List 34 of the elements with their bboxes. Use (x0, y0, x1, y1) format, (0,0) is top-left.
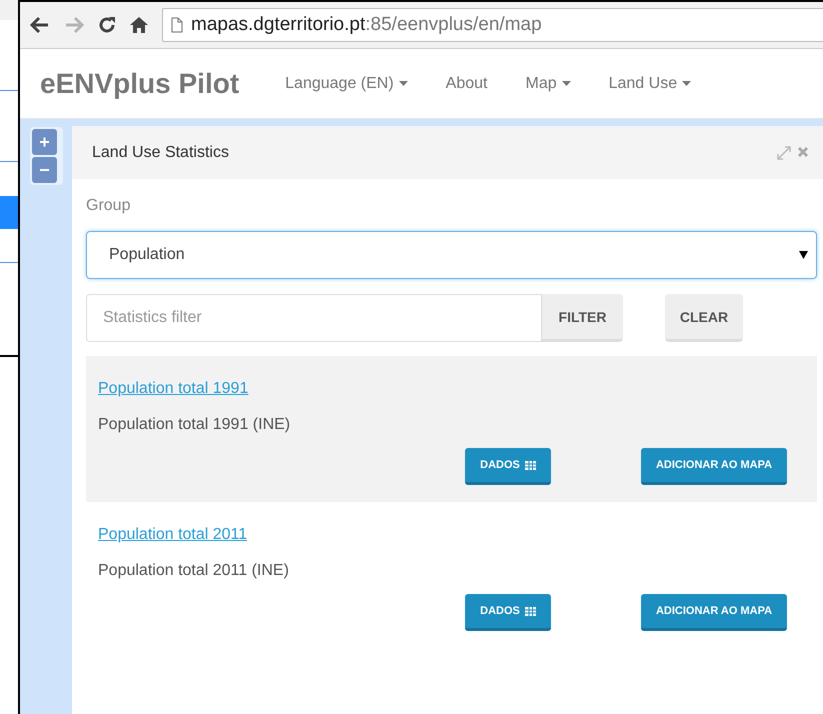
table-icon (524, 606, 536, 616)
statistic-description: Population total 1991 (INE) (98, 416, 292, 434)
statistic-link[interactable]: Population total 1991 (98, 380, 248, 398)
statistic-link[interactable]: Population total 2011 (98, 526, 248, 544)
data-button[interactable]: DADOS (465, 448, 551, 485)
zoom-in-button[interactable]: + (32, 129, 57, 155)
caret-icon (398, 81, 408, 86)
statistic-description: Population total 2011 (INE) (98, 562, 290, 580)
table-icon (524, 460, 536, 470)
caret-icon (682, 81, 692, 86)
nav-link[interactable]: Map (525, 74, 571, 92)
page-icon (171, 17, 183, 33)
add-to-map-button[interactable]: ADICIONAR AO MAPA (641, 594, 787, 631)
site-brand[interactable]: eENVplus Pilot (40, 68, 240, 100)
nav-link[interactable]: Land Use (608, 74, 692, 92)
nav-link[interactable]: Language (EN) (285, 74, 408, 92)
selected-row-bar (0, 196, 18, 229)
group-label: Group (86, 197, 132, 215)
zoom-out-button[interactable]: − (32, 157, 57, 183)
dropdown-arrow-icon (799, 251, 808, 259)
back-icon[interactable] (30, 16, 50, 34)
statistics-filter-field[interactable]: Statistics filter (86, 294, 542, 342)
address-bar[interactable]: mapas.dgterritorio.pt:85/eenvplus/en/map (162, 8, 823, 42)
url-text: mapas.dgterritorio.pt:85/eenvplus/en/map (191, 14, 542, 36)
clear-button[interactable]: CLEAR (665, 294, 743, 342)
panel-title: Land Use Statistics (92, 144, 229, 162)
nav-link[interactable]: About (446, 74, 488, 92)
home-icon[interactable] (130, 16, 148, 34)
reload-icon[interactable] (98, 16, 116, 34)
data-button[interactable]: DADOS (465, 594, 551, 631)
group-select[interactable]: Population (86, 231, 817, 279)
add-to-map-button[interactable]: ADICIONAR AO MAPA (641, 448, 787, 485)
caret-icon (562, 81, 571, 86)
filter-button[interactable]: FILTER (542, 294, 623, 342)
